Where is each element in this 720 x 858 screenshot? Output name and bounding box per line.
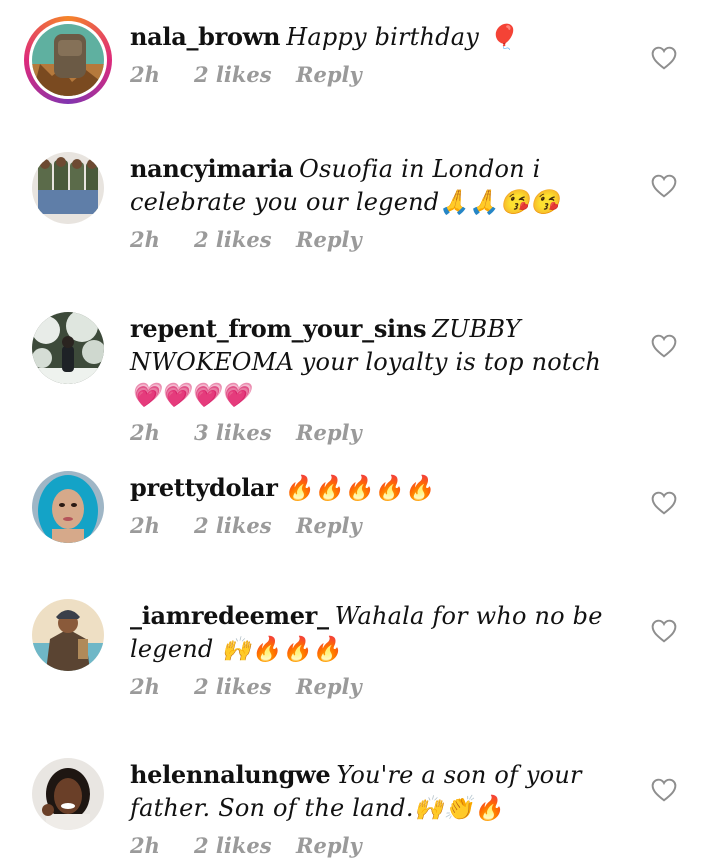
comment-username[interactable]: helennalungwe: [130, 760, 331, 789]
reply-button[interactable]: Reply: [296, 62, 362, 87]
comment-username[interactable]: repent_from_your_sins: [130, 314, 427, 343]
reply-button[interactable]: Reply: [296, 513, 362, 538]
reply-button[interactable]: Reply: [296, 674, 362, 699]
comment-likes[interactable]: 2 likes: [194, 833, 296, 858]
blue-hair-photo-icon[interactable]: [32, 471, 104, 543]
comment-likes[interactable]: 2 likes: [194, 513, 296, 538]
comment-time: 2h: [130, 513, 160, 538]
comment-text: repent_from_your_sins ZUBBY NWOKEOMA your…: [130, 314, 602, 409]
comment-username[interactable]: prettydolar: [130, 473, 278, 502]
comment-meta: 2h 2 likes Reply: [130, 833, 630, 858]
group-photo-icon[interactable]: [32, 152, 104, 224]
comment-text: prettydolar 🔥🔥🔥🔥🔥: [130, 473, 435, 502]
comment-meta: 2h 3 likes Reply: [130, 420, 630, 445]
reply-button[interactable]: Reply: [296, 833, 362, 858]
comment-likes[interactable]: 2 likes: [194, 62, 296, 87]
comment-text: _iamredeemer_ Wahala for who no be legend…: [130, 601, 603, 663]
reply-button[interactable]: Reply: [296, 227, 362, 252]
comment-text: nancyimaria Osuofia in London i celebrate…: [130, 154, 560, 216]
heart-icon[interactable]: [651, 491, 677, 515]
comment-time: 2h: [130, 833, 160, 858]
comment-text: nala_brown Happy birthday 🎈: [130, 22, 517, 51]
woman-smiling-photo-icon[interactable]: [32, 758, 104, 830]
comment-meta: 2h 2 likes Reply: [130, 62, 630, 87]
heart-icon[interactable]: [651, 334, 677, 358]
comment-time: 2h: [130, 227, 160, 252]
comment-time: 2h: [130, 674, 160, 699]
comment-time: 2h: [130, 420, 160, 445]
comment-likes[interactable]: 3 likes: [194, 420, 296, 445]
comment-meta: 2h 2 likes Reply: [130, 513, 630, 538]
comment-username[interactable]: nancyimaria: [130, 154, 293, 183]
reply-button[interactable]: Reply: [296, 420, 362, 445]
avatar-story-ring[interactable]: [24, 16, 112, 104]
heart-icon[interactable]: [651, 619, 677, 643]
comment-meta: 2h 2 likes Reply: [130, 227, 630, 252]
comment-text: helennalungwe You're a son of your father…: [130, 760, 582, 822]
heart-icon[interactable]: [651, 174, 677, 198]
comment-likes[interactable]: 2 likes: [194, 674, 296, 699]
backpack-photo-icon: [32, 24, 104, 96]
comment-meta: 2h 2 likes Reply: [130, 674, 630, 699]
snow-trees-photo-icon[interactable]: [32, 312, 104, 384]
heart-icon[interactable]: [651, 778, 677, 802]
man-outdoor-photo-icon[interactable]: [32, 599, 104, 671]
comment-username[interactable]: _iamredeemer_: [130, 601, 329, 630]
comment-likes[interactable]: 2 likes: [194, 227, 296, 252]
comment-username[interactable]: nala_brown: [130, 22, 281, 51]
comment-time: 2h: [130, 62, 160, 87]
heart-icon[interactable]: [651, 46, 677, 70]
